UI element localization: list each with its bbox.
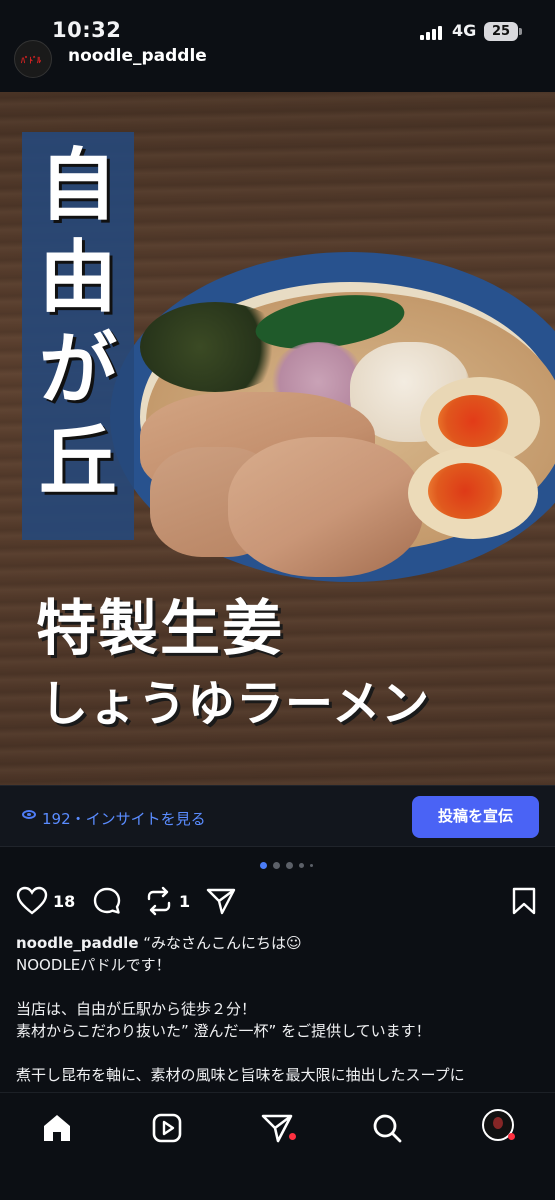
repost-count[interactable]: 1	[179, 892, 190, 911]
eye-icon	[22, 810, 36, 819]
author-username[interactable]: noodle_paddle	[68, 46, 207, 66]
signal-icon	[420, 24, 446, 40]
caption-line: 素材からこだわり抜いた” 澄んだ一杯” をご提供しています！	[16, 1022, 431, 1040]
vertical-title: 自由が丘	[24, 140, 132, 508]
bottom-nav	[0, 1092, 555, 1200]
caption-line: “みなさんこんにちは☺	[143, 934, 302, 952]
action-bar: 18 1	[0, 882, 555, 926]
promote-button[interactable]: 投稿を宣伝	[412, 796, 539, 838]
chashu-slice	[228, 437, 423, 577]
battery-icon: 25	[484, 22, 522, 41]
caption-line: 当店は、自由が丘駅から徒歩２分！	[16, 1000, 257, 1018]
carousel-indicator	[260, 862, 340, 872]
network-label: 4G	[452, 21, 477, 40]
vertical-title-char: 由	[38, 232, 117, 323]
home-icon[interactable]	[40, 1111, 74, 1145]
carousel-dot	[273, 862, 280, 869]
vertical-title-char: 丘	[38, 416, 117, 507]
view-insights-link[interactable]: 192・インサイトを見る	[42, 808, 206, 829]
status-time: 10:32	[52, 18, 122, 42]
repost-icon[interactable]	[144, 886, 174, 916]
headline-primary: 特製生姜	[36, 594, 284, 664]
post-header: noodle_paddle	[0, 40, 555, 92]
carousel-dot	[310, 864, 313, 867]
egg-topping	[408, 447, 538, 539]
messages-icon[interactable]	[260, 1111, 294, 1145]
carousel-dot	[260, 862, 267, 869]
author-avatar[interactable]	[14, 40, 52, 78]
carousel-dot	[286, 862, 293, 869]
insights-bar: 192・インサイトを見る 投稿を宣伝	[0, 785, 555, 847]
messages-notification-dot	[289, 1133, 296, 1140]
caption-username[interactable]: noodle_paddle	[16, 934, 139, 952]
vertical-title-char: が	[38, 324, 117, 415]
reels-icon[interactable]	[150, 1111, 184, 1145]
headline-secondary: しょうゆラーメン	[40, 676, 431, 732]
caption-line	[16, 976, 541, 998]
post-caption[interactable]: noodle_paddle “みなさんこんにちは☺ NOODLEパドルです！ 当…	[16, 932, 541, 1086]
heart-icon[interactable]	[16, 886, 48, 916]
profile-notification-dot	[508, 1133, 515, 1140]
like-count[interactable]: 18	[53, 892, 75, 911]
bookmark-icon[interactable]	[511, 886, 537, 916]
comment-icon[interactable]	[92, 886, 122, 916]
caption-line: 煮干し昆布を軸に、素材の風味と旨味を最大限に抽出したスープに	[16, 1066, 465, 1084]
caption-line	[16, 1042, 541, 1064]
share-icon[interactable]	[205, 886, 237, 916]
search-icon[interactable]	[370, 1111, 404, 1145]
post-image[interactable]: 自由が丘 特製生姜 しょうゆラーメン	[0, 92, 555, 785]
vertical-title-char: 自	[38, 140, 117, 231]
carousel-dot	[299, 863, 304, 868]
caption-line: NOODLEパドルです！	[16, 956, 171, 974]
